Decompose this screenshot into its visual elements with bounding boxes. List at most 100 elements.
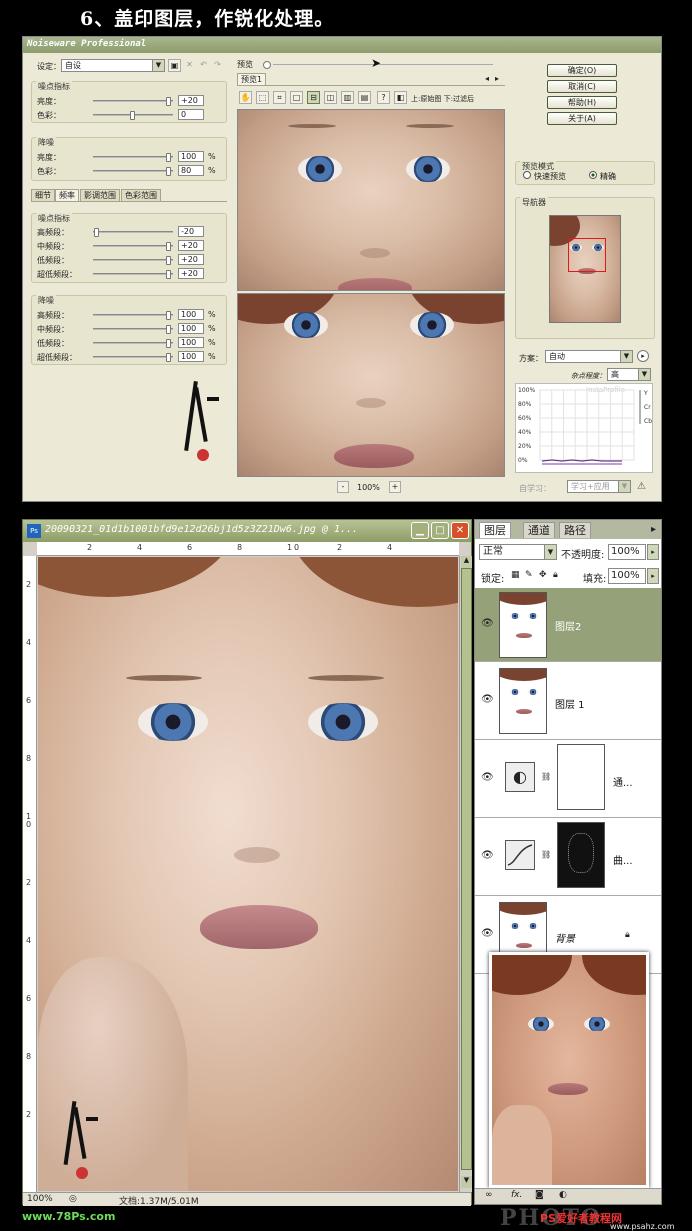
- settings-dropdown[interactable]: 自设 ▼: [61, 59, 165, 72]
- scheme-dropdown[interactable]: 自动 ▼: [545, 350, 633, 363]
- tab-scroll-left-icon[interactable]: ◂: [485, 74, 489, 83]
- value-input[interactable]: -20: [178, 226, 204, 237]
- marquee-tool-icon[interactable]: ⬚: [256, 91, 269, 104]
- radio-fast[interactable]: [523, 171, 531, 179]
- navigator-viewport[interactable]: [568, 238, 606, 272]
- value-input[interactable]: 100: [178, 337, 204, 348]
- luminance-reduction-slider[interactable]: [93, 153, 173, 162]
- minimize-icon[interactable]: ▁: [411, 522, 429, 539]
- cancel-button[interactable]: 取消(C): [547, 80, 617, 93]
- scroll-down-icon[interactable]: ▼: [461, 1176, 472, 1188]
- ps-titlebar[interactable]: Ps 20090321_01d1b1001bfd9e12d26bj1d5z3Z2…: [23, 520, 471, 542]
- value-input[interactable]: 100: [178, 351, 204, 362]
- scroll-thumb[interactable]: [461, 568, 472, 1170]
- preview-filtered[interactable]: [237, 293, 505, 477]
- low-freq-slider[interactable]: [93, 256, 173, 265]
- scheme-menu-icon[interactable]: ▸: [637, 350, 649, 362]
- tab-detail[interactable]: 细节: [31, 189, 55, 201]
- split-horizontal-icon[interactable]: ⊟: [307, 91, 320, 104]
- slider-thumb[interactable]: [166, 311, 171, 320]
- visibility-eye-icon[interactable]: 👁︎: [481, 928, 494, 939]
- mid-freq-reduction-slider[interactable]: [93, 325, 173, 334]
- very-low-freq-slider[interactable]: [93, 270, 173, 279]
- value-input[interactable]: 80: [178, 165, 204, 176]
- ps-canvas-image[interactable]: [38, 557, 458, 1191]
- redo-icon[interactable]: ↷: [211, 59, 224, 72]
- value-input[interactable]: +20: [178, 240, 204, 251]
- opacity-arrow-icon[interactable]: ▸: [647, 544, 659, 560]
- split-vertical-icon[interactable]: ◫: [324, 91, 337, 104]
- save-preset-icon[interactable]: ▣: [168, 59, 181, 72]
- scroll-up-icon[interactable]: ▲: [461, 556, 472, 568]
- tab-frequency[interactable]: 频率: [55, 189, 79, 201]
- lock-brush-icon[interactable]: ✎: [525, 570, 533, 580]
- fx-icon[interactable]: fx.: [511, 1190, 522, 1200]
- color-slider[interactable]: [93, 111, 173, 120]
- slider-thumb[interactable]: [166, 353, 171, 362]
- visibility-eye-icon[interactable]: 👁︎: [481, 618, 494, 629]
- slider-thumb[interactable]: [166, 242, 171, 251]
- tab-preview1[interactable]: 预览1: [237, 73, 267, 85]
- add-mask-icon[interactable]: ◙: [535, 1190, 544, 1200]
- hand-tool-icon[interactable]: ✋: [239, 91, 252, 104]
- close-icon[interactable]: ✕: [451, 522, 469, 539]
- blend-mode-dropdown[interactable]: 正常 ▼: [479, 544, 557, 560]
- value-input[interactable]: 0: [178, 109, 204, 120]
- status-info-icon[interactable]: ◎: [69, 1194, 77, 1204]
- slider-thumb[interactable]: [94, 228, 99, 237]
- maximize-icon[interactable]: □: [431, 522, 449, 539]
- value-input[interactable]: 100: [178, 323, 204, 334]
- slider-thumb[interactable]: [166, 256, 171, 265]
- preview-original[interactable]: [237, 109, 505, 291]
- preview-toggle-icon[interactable]: [263, 61, 271, 69]
- layer-row[interactable]: 👁︎ ⛓ 曲...: [475, 818, 661, 896]
- layer-row[interactable]: 👁︎ 图层 1: [475, 662, 661, 740]
- compare-icon[interactable]: ◧: [394, 91, 407, 104]
- slider-thumb[interactable]: [166, 270, 171, 279]
- mid-freq-slider[interactable]: [93, 242, 173, 251]
- high-freq-reduction-slider[interactable]: [93, 311, 173, 320]
- value-input[interactable]: 100: [178, 309, 204, 320]
- slider-thumb[interactable]: [166, 325, 171, 334]
- swap-view-icon[interactable]: ▥: [341, 91, 354, 104]
- about-button[interactable]: 关于(A): [547, 112, 617, 125]
- delete-preset-icon[interactable]: ✕: [183, 59, 196, 72]
- radio-accurate[interactable]: [589, 171, 597, 179]
- help-icon[interactable]: ?: [377, 91, 390, 104]
- tab-color-range[interactable]: 色彩范围: [121, 189, 161, 201]
- high-freq-slider[interactable]: [93, 228, 173, 237]
- luminance-slider[interactable]: [93, 97, 173, 106]
- visibility-eye-icon[interactable]: 👁︎: [481, 772, 494, 783]
- very-low-freq-reduction-slider[interactable]: [93, 353, 173, 362]
- undo-icon[interactable]: ↶: [197, 59, 210, 72]
- slider-thumb[interactable]: [166, 153, 171, 162]
- value-input[interactable]: +20: [178, 268, 204, 279]
- layer-row[interactable]: 👁︎ ◐ ⛓ 通...: [475, 740, 661, 818]
- autolearn-dropdown[interactable]: 学习+应用 ▼: [567, 480, 631, 493]
- sample-tool-icon[interactable]: ⌗: [273, 91, 286, 104]
- snapshot-icon[interactable]: ▤: [358, 91, 371, 104]
- status-zoom[interactable]: 100%: [27, 1194, 53, 1204]
- visibility-eye-icon[interactable]: 👁︎: [481, 850, 494, 861]
- fill-input[interactable]: 100%: [608, 568, 646, 584]
- slider-thumb[interactable]: [166, 97, 171, 106]
- navigator-thumbnail[interactable]: [549, 215, 621, 323]
- adjustment-layer-icon[interactable]: ◐: [559, 1190, 567, 1200]
- slider-thumb[interactable]: [166, 339, 171, 348]
- color-reduction-slider[interactable]: [93, 167, 173, 176]
- single-view-icon[interactable]: □: [290, 91, 303, 104]
- ok-button[interactable]: 确定(O): [547, 64, 617, 77]
- tab-scroll-right-icon[interactable]: ▸: [495, 74, 499, 83]
- fill-arrow-icon[interactable]: ▸: [647, 568, 659, 584]
- tab-tone-range[interactable]: 影调范围: [80, 189, 120, 201]
- link-layers-icon[interactable]: ∞: [485, 1190, 493, 1200]
- value-input[interactable]: +20: [178, 254, 204, 265]
- lock-transparent-icon[interactable]: ▦: [511, 570, 520, 580]
- tab-channels[interactable]: 通道: [523, 522, 555, 538]
- tab-paths[interactable]: 路径: [559, 522, 591, 538]
- tab-layers[interactable]: 图层: [479, 522, 511, 538]
- sample-dropdown[interactable]: 高 ▼: [607, 368, 651, 381]
- slider-thumb[interactable]: [166, 167, 171, 176]
- zoom-out-button[interactable]: -: [337, 481, 349, 493]
- layer-row[interactable]: 👁︎ 图层2: [475, 588, 661, 662]
